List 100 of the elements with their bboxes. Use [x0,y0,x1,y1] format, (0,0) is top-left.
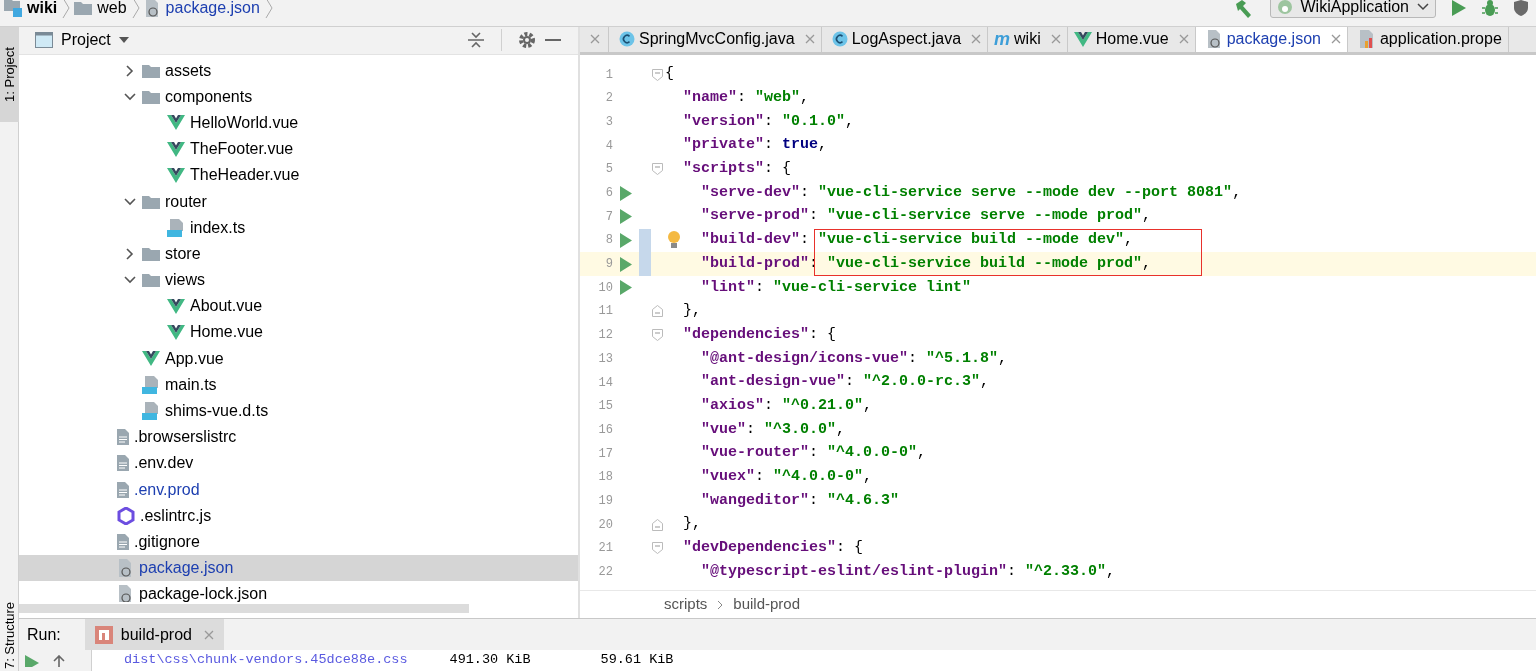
fold-icon[interactable] [651,542,663,555]
vue-icon [167,167,185,183]
run-configuration-dropdown[interactable]: WikiApplication [1269,0,1436,18]
fold-icon[interactable] [651,518,663,531]
text-file-icon [117,455,129,472]
code-line: "build-prod": "vue-cli-service build --mode prod", [700,253,1152,274]
folder-icon [142,273,160,288]
vue-icon [167,298,185,314]
tree-item[interactable]: index.ts [19,214,578,241]
output-text: 59.61 KiB [600,651,674,670]
close-icon[interactable] [1330,34,1341,45]
chevron-icon [264,0,273,19]
panel-title-dropdown[interactable]: Project [61,28,129,53]
line-number: 10 [597,279,613,297]
typescript-file-icon [142,375,160,394]
close-icon[interactable] [1050,34,1061,45]
breadcrumb-item[interactable]: build-prod [733,593,801,616]
tree-item[interactable]: components [19,83,578,110]
fold-icon[interactable] [651,305,663,318]
scrollbar[interactable] [19,604,469,613]
tree-item[interactable]: .browserslistrc [19,424,578,451]
code-line: "vue": "^3.0.0", [700,419,846,440]
folder-icon [142,246,160,261]
run-icon[interactable] [25,654,39,667]
tree-item[interactable]: store [19,240,578,267]
chevron-right-icon[interactable] [123,64,136,77]
tool-window-tab[interactable]: 7: Structure [0,599,19,671]
chevron-icon [62,0,71,19]
close-icon[interactable] [971,34,982,45]
chevron-icon [131,0,140,19]
vue-icon [142,351,160,367]
tree-item[interactable]: views [19,267,578,294]
line-number: 2 [604,90,613,108]
editor-tab[interactable]: package.json [1195,26,1348,52]
code-line: "vue-router": "^4.0.0-0", [700,443,927,464]
tree-item[interactable]: .env.prod [19,476,578,503]
lightbulb-icon[interactable] [667,231,681,250]
hammer-icon[interactable] [1233,0,1254,18]
code-line: "wangeditor": "^4.6.3" [700,490,900,511]
run-icon[interactable] [620,209,632,225]
tool-window-tab[interactable]: 1: Project [0,26,19,122]
code-line: "@ant-design/icons-vue": "^5.1.8", [700,348,1008,369]
close-icon[interactable] [590,34,600,45]
tree-item[interactable]: .env.dev [19,450,578,477]
run-icon[interactable] [620,185,632,201]
line-number: 13 [597,350,613,368]
tree-item[interactable]: TheFooter.vue [19,136,578,163]
tree-item[interactable]: shims-vue.d.ts [19,397,578,425]
folder-icon [142,194,160,209]
coverage-icon[interactable] [1514,0,1528,16]
up-arrow-icon[interactable] [53,654,65,667]
line-number: 20 [597,516,613,534]
close-icon[interactable] [1178,34,1189,45]
line-number: 9 [604,256,613,274]
fold-icon[interactable] [651,68,663,81]
fold-icon[interactable] [651,163,663,176]
line-number: 7 [604,208,613,226]
bug-icon[interactable] [1482,0,1498,16]
line-number: 6 [604,185,613,203]
run-icon[interactable] [1452,0,1466,16]
close-icon[interactable] [203,629,214,640]
run-icon[interactable] [620,256,632,272]
line-number: 22 [597,564,613,582]
chevron-down-icon[interactable] [123,90,136,103]
run-icon[interactable] [620,232,632,248]
tree-item[interactable]: package-lock.json [19,581,578,603]
code-line: "axios": "^0.21.0", [700,396,873,416]
chevron-right-icon[interactable] [123,247,136,260]
tree-item[interactable]: package.json [19,555,578,582]
collapse-all-icon[interactable] [467,31,485,50]
line-number: 5 [604,161,613,179]
tree-item[interactable]: main.ts [19,371,578,398]
fold-icon[interactable] [651,329,663,342]
tree-item[interactable]: Home.vue [19,319,578,346]
breadcrumb-item[interactable]: wiki [27,0,58,20]
eslint-icon [117,506,135,525]
chevron-down-icon[interactable] [123,195,136,208]
run-icon[interactable] [620,280,632,296]
line-number: 3 [604,114,613,131]
tree-item[interactable]: router [19,188,578,215]
close-icon[interactable] [804,34,815,45]
settings-icon[interactable] [518,31,536,50]
code-line: }, [682,514,701,535]
breadcrumb-item[interactable]: scripts [664,593,708,616]
tree-item[interactable]: TheHeader.vue [19,162,578,189]
run-tab[interactable]: build-prod [84,618,224,651]
tree-item[interactable]: .gitignore [19,528,578,556]
class-icon [831,31,848,48]
tree-item[interactable]: App.vue [19,345,578,372]
panel-icon [35,32,53,49]
line-number: 16 [597,421,613,439]
tree-item[interactable]: assets [19,57,578,84]
tree-item[interactable]: .eslintrc.js [19,502,578,529]
line-number: 15 [597,398,613,416]
text-file-icon [117,533,129,550]
code-line: "scripts": { [682,159,792,180]
tree-item[interactable]: About.vue [19,293,578,320]
tree-item[interactable]: HelloWorld.vue [19,109,578,137]
breadcrumb-item[interactable]: web [97,0,127,20]
breadcrumb-item[interactable]: package.json [165,0,260,20]
